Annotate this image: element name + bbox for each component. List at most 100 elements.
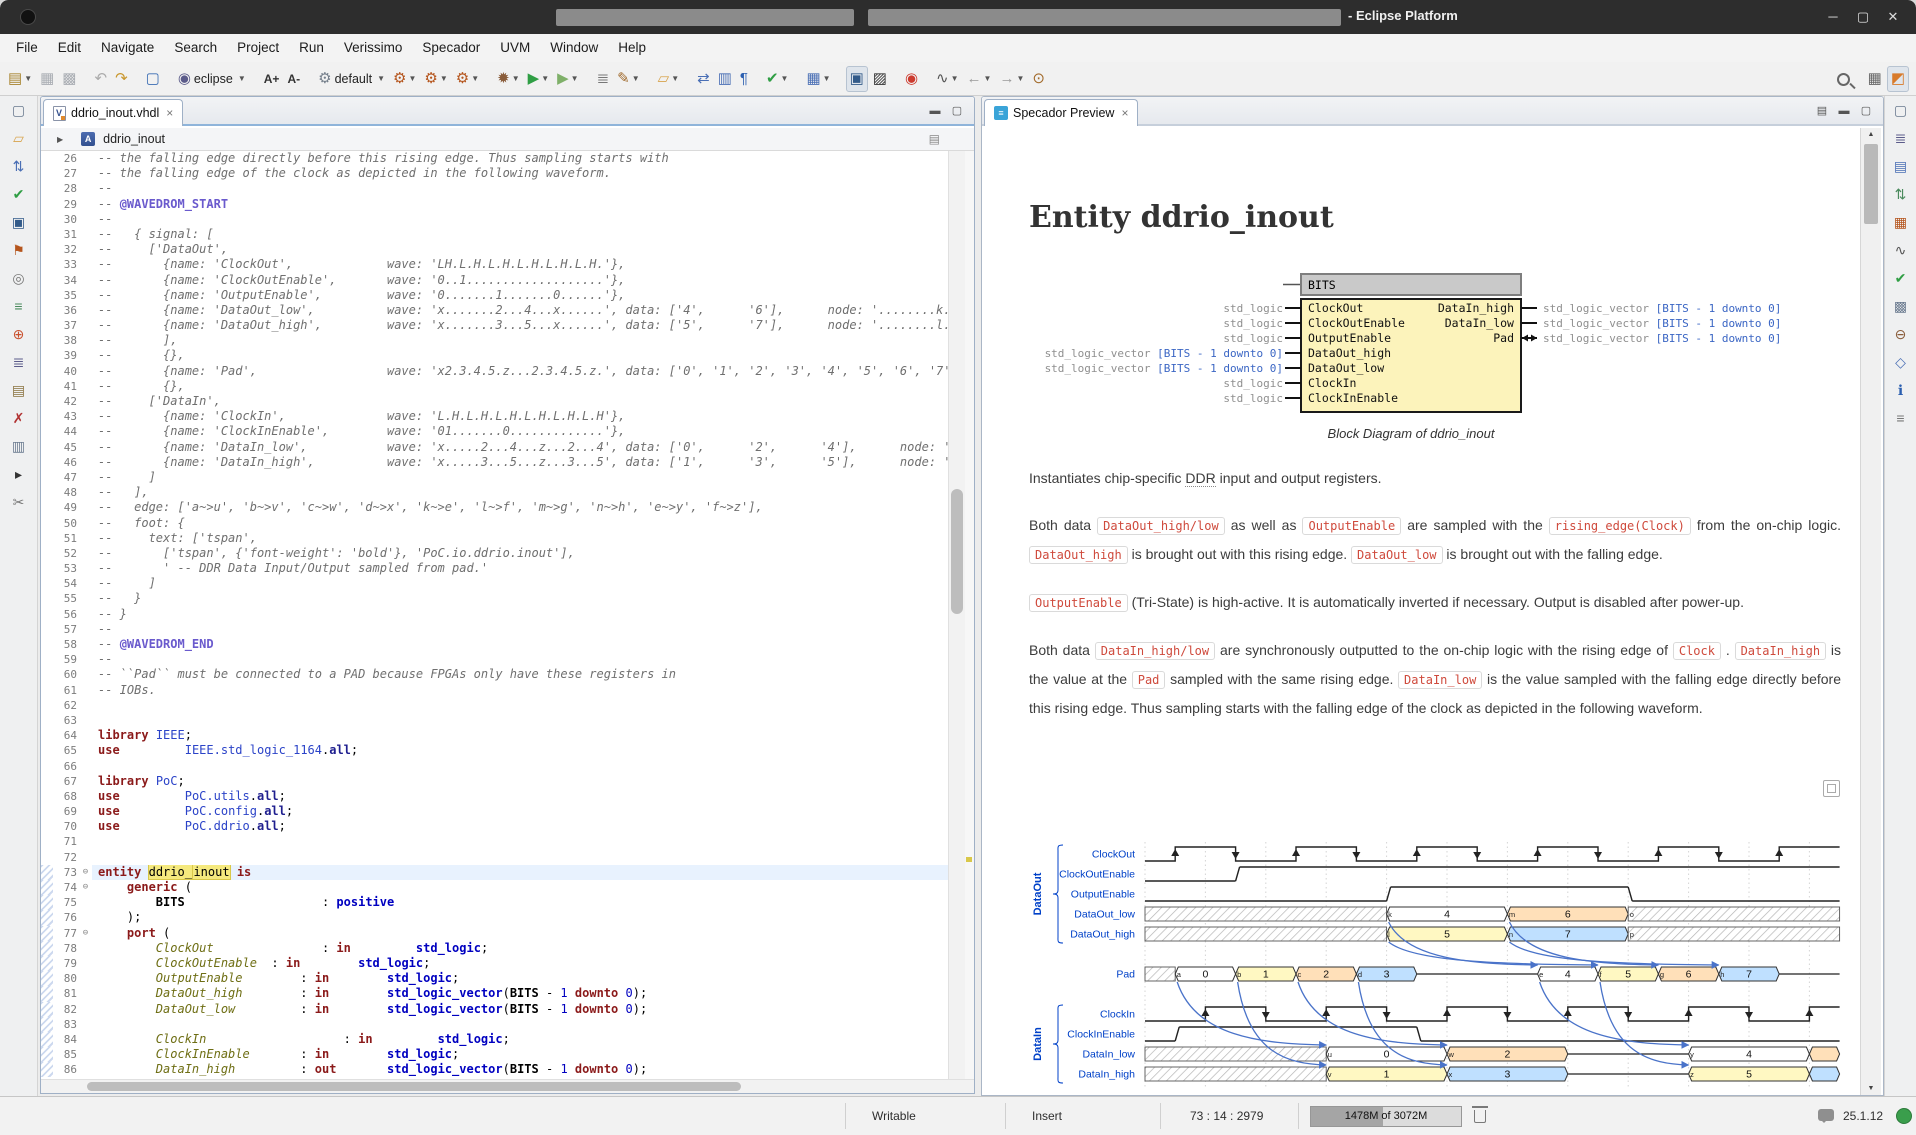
code-line-52[interactable]: 52-- ['tspan', {'font-weight': 'bold'}, … <box>41 546 949 561</box>
code-line-30[interactable]: 30-- <box>41 212 949 227</box>
dropdown-arrow-icon[interactable]: ▼ <box>512 74 520 83</box>
code-line-41[interactable]: 41-- {}, <box>41 379 949 394</box>
code-line-40[interactable]: 40-- {name: 'Pad', wave: 'x2.3.4.5.z...2… <box>41 364 949 379</box>
editor-overview-ruler[interactable] <box>965 151 974 1079</box>
menu-navigate[interactable]: Navigate <box>91 34 164 62</box>
new-wizard-button[interactable]: ▤▼ <box>5 66 35 92</box>
code-line-69[interactable]: 69use PoC.config.all; <box>41 804 949 819</box>
outline-shortcut[interactable]: ≣ <box>0 348 37 376</box>
heap-status[interactable]: 1478M of 3072M <box>1310 1106 1462 1127</box>
notifications-icon[interactable] <box>1818 1109 1834 1121</box>
close-button[interactable]: ✕ <box>1880 7 1906 27</box>
dropdown-arrow-icon[interactable]: ▼ <box>984 74 992 83</box>
code-line-61[interactable]: 61-- IOBs. <box>41 683 949 698</box>
index-view-shortcut[interactable]: ≡ <box>1885 404 1916 432</box>
code-line-57[interactable]: 57-- <box>41 622 949 637</box>
font-decrease-button[interactable]: A- <box>284 66 303 92</box>
breadcrumb-entity-label[interactable]: ddrio_inout <box>103 132 165 146</box>
dropdown-arrow-icon[interactable]: ▼ <box>377 74 385 83</box>
close-tab-icon[interactable]: × <box>166 106 173 120</box>
code-line-76[interactable]: 76 ); <box>41 910 949 925</box>
outline-view-shortcut[interactable]: ≣ <box>1885 124 1916 152</box>
code-line-64[interactable]: 64library IEEE; <box>41 728 949 743</box>
code-line-43[interactable]: 43-- {name: 'ClockIn', wave: 'L.H.L.H.L.… <box>41 409 949 424</box>
minimize-button[interactable]: ─ <box>1820 7 1846 27</box>
perspective-grid-button[interactable]: ▦ <box>1865 66 1885 92</box>
code-line-83[interactable]: 83 <box>41 1017 949 1032</box>
maximize-preview-button[interactable]: ▢ <box>1855 104 1877 120</box>
templates-shortcut[interactable]: ▤ <box>0 376 37 404</box>
app-menu-icon[interactable] <box>20 9 36 25</box>
check-button[interactable]: ✔▼ <box>763 66 792 92</box>
code-line-49[interactable]: 49-- edge: ['a~>u', 'b~>v', 'c~>w', 'd~>… <box>41 500 949 515</box>
code-line-71[interactable]: 71 <box>41 834 949 849</box>
console-shortcut[interactable]: ▣ <box>0 208 37 236</box>
code-line-54[interactable]: 54-- ] <box>41 576 949 591</box>
menu-specador[interactable]: Specador <box>412 34 490 62</box>
console-shell-button[interactable]: ▢ <box>143 66 163 92</box>
snippets-shortcut[interactable]: ✂ <box>0 488 37 516</box>
save-all-button[interactable]: ▩ <box>59 66 79 92</box>
dropdown-arrow-icon[interactable]: ▼ <box>671 74 679 83</box>
code-line-73[interactable]: 73⊖entity ddrio_inout is <box>41 865 949 880</box>
layers-view-shortcut[interactable]: ▩ <box>1885 292 1916 320</box>
dropdown-arrow-icon[interactable]: ▼ <box>440 74 448 83</box>
todo-view-shortcut[interactable]: ✔ <box>1885 264 1916 292</box>
properties-shortcut[interactable]: ▥ <box>0 432 37 460</box>
help-lifesaver-button[interactable]: ◉ <box>902 66 921 92</box>
recompile-incremental-button[interactable]: ⚙▼ <box>421 66 450 92</box>
dropdown-arrow-icon[interactable]: ▼ <box>541 74 549 83</box>
status-indicator-icon[interactable] <box>1896 1108 1912 1124</box>
copy-doc-button[interactable]: ▥ <box>715 66 735 92</box>
back-nav-button[interactable]: ←▼ <box>964 66 995 92</box>
menu-run[interactable]: Run <box>289 34 334 62</box>
compare-button[interactable]: ⇄ <box>694 66 713 92</box>
code-line-38[interactable]: 38-- ], <box>41 333 949 348</box>
dvt-perspective-button[interactable]: ◩ <box>1887 66 1909 92</box>
dropdown-arrow-icon[interactable]: ▼ <box>238 74 246 83</box>
code-line-42[interactable]: 42-- ['DataIn', <box>41 394 949 409</box>
code-line-45[interactable]: 45-- {name: 'DataIn_low', wave: 'x.....2… <box>41 440 949 455</box>
code-line-78[interactable]: 78 ClockOut : in std_logic; <box>41 941 949 956</box>
code-line-28[interactable]: 28-- <box>41 181 949 196</box>
problems-shortcut[interactable]: ✗ <box>0 404 37 432</box>
save-button[interactable]: ▦ <box>37 66 57 92</box>
git-shortcut[interactable]: ⊕ <box>0 320 37 348</box>
run-garbage-collector-icon[interactable] <box>1474 1110 1486 1123</box>
menu-uvm[interactable]: UVM <box>490 34 540 62</box>
scrollbar-thumb[interactable] <box>87 1082 741 1091</box>
console-view-button[interactable]: ▣ <box>846 66 868 92</box>
pin-editor-button[interactable]: ⊙ <box>1029 66 1048 92</box>
menu-file[interactable]: File <box>6 34 48 62</box>
run-button[interactable]: ▶▼ <box>525 66 552 92</box>
project-explorer-shortcut[interactable]: ▱ <box>0 124 37 152</box>
code-line-34[interactable]: 34-- {name: 'ClockOutEnable', wave: '0..… <box>41 273 949 288</box>
editor-horizontal-scrollbar[interactable] <box>41 1079 974 1093</box>
search-icon[interactable] <box>1837 73 1850 86</box>
fold-collapse-icon[interactable]: ⊖ <box>79 865 92 880</box>
code-line-46[interactable]: 46-- {name: 'DataIn_high', wave: 'x.....… <box>41 455 949 470</box>
menu-project[interactable]: Project <box>227 34 289 62</box>
code-line-35[interactable]: 35-- {name: 'OutputEnable', wave: '0....… <box>41 288 949 303</box>
code-line-50[interactable]: 50-- foot: { <box>41 516 949 531</box>
code-line-65[interactable]: 65use IEEE.std_logic_1164.all; <box>41 743 949 758</box>
redo-button[interactable]: ↷ <box>112 66 131 92</box>
dropdown-arrow-icon[interactable]: ▼ <box>24 74 32 83</box>
code-line-86[interactable]: 86 DataIn_high : out std_logic_vector(BI… <box>41 1062 949 1077</box>
font-increase-button[interactable]: A+ <box>261 66 283 92</box>
breadcrumb-toggle-icon[interactable]: ▤ <box>929 132 940 146</box>
code-line-68[interactable]: 68use PoC.utils.all; <box>41 789 949 804</box>
code-line-77[interactable]: 77⊖ port ( <box>41 926 949 941</box>
menu-window[interactable]: Window <box>540 34 608 62</box>
run-coverage-button[interactable]: ▶▼ <box>554 66 581 92</box>
dropdown-arrow-icon[interactable]: ▼ <box>408 74 416 83</box>
menu-search[interactable]: Search <box>164 34 227 62</box>
maximize-editor-button[interactable]: ▢ <box>946 104 968 120</box>
code-line-48[interactable]: 48-- ], <box>41 485 949 500</box>
minimize-editor-button[interactable]: ▬ <box>924 104 946 120</box>
code-line-67[interactable]: 67library PoC; <box>41 774 949 789</box>
code-line-27[interactable]: 27-- the falling edge of the clock as de… <box>41 166 949 181</box>
code-line-55[interactable]: 55-- } <box>41 591 949 606</box>
waveform-01-button[interactable]: ∿▼ <box>933 66 962 92</box>
code-line-33[interactable]: 33-- {name: 'ClockOut', wave: 'LH.L.H.L.… <box>41 257 949 272</box>
